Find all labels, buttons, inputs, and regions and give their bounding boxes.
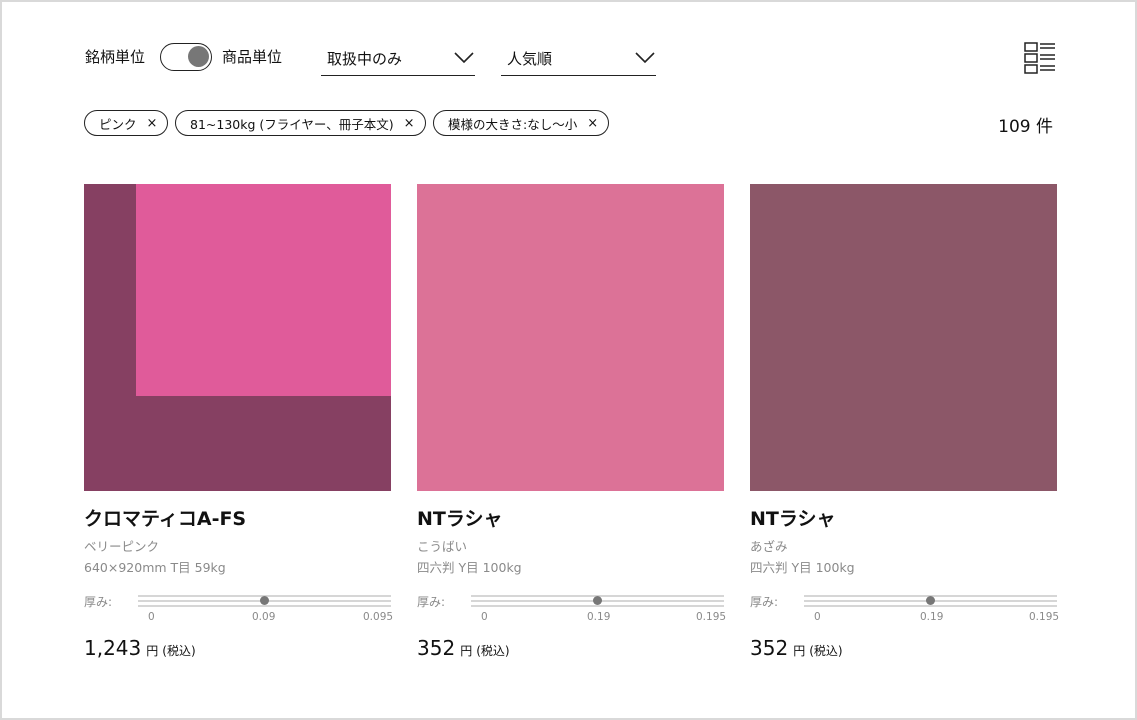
thickness-label: 厚み: (84, 595, 113, 609)
thickness-label: 厚み: (417, 595, 446, 609)
thickness-tick: 0.195 (1029, 611, 1060, 623)
thickness-tick: 0.19 (587, 611, 611, 623)
page-frame: 銘柄単位 商品単位 取扱中のみ 人気順 ピンク × 81~130kg (フライヤ… (0, 0, 1137, 720)
thickness-tick: 0.09 (252, 611, 276, 623)
thickness-tick: 0.195 (696, 611, 727, 623)
chevron-down-icon (454, 52, 474, 64)
product-swatch-image[interactable] (84, 184, 391, 491)
price-value: 352 (417, 636, 456, 660)
product-spec: 四六判 Y目 100kg (417, 560, 522, 575)
filter-chip-label: ピンク (99, 116, 137, 132)
availability-dropdown[interactable]: 取扱中のみ (321, 42, 475, 76)
thickness-tick: 0 (148, 611, 155, 623)
thickness-tick: 0 (481, 611, 488, 623)
toggle-label-product: 商品単位 (222, 48, 283, 66)
list-view-icon[interactable] (1024, 42, 1056, 74)
price-tax-note: (税込) (162, 644, 196, 658)
product-name[interactable]: NTラシャ (750, 504, 835, 531)
product-color-name: あざみ (750, 539, 788, 554)
product-price: 1,243 円 (税込) (84, 636, 196, 660)
thickness-marker (926, 596, 935, 605)
filter-chip-weight[interactable]: 81~130kg (フライヤー、冊子本文) × (175, 110, 426, 136)
product-card[interactable]: クロマティコA-FS ベリーピンク 640×920mm T目 59kg 厚み: … (84, 184, 394, 674)
close-icon[interactable]: × (404, 116, 415, 131)
availability-dropdown-value: 取扱中のみ (327, 50, 403, 68)
thickness-gauge (804, 594, 1057, 607)
thickness-tick: 0.19 (920, 611, 944, 623)
price-tax-note: (税込) (809, 644, 843, 658)
price-currency: 円 (793, 644, 806, 658)
sort-dropdown[interactable]: 人気順 (501, 42, 656, 76)
thickness-marker (260, 596, 269, 605)
product-swatch-image[interactable] (417, 184, 724, 491)
toggle-knob (188, 46, 209, 67)
result-count: 109 件 (998, 117, 1053, 137)
product-color-name: こうばい (417, 539, 468, 554)
filter-chip-label: 模様の大きさ:なし〜小 (448, 116, 578, 132)
unit-toggle-switch[interactable] (160, 43, 212, 71)
thickness-gauge (138, 594, 391, 607)
toggle-label-brand: 銘柄単位 (85, 48, 146, 66)
filter-chip-pattern[interactable]: 模様の大きさ:なし〜小 × (433, 110, 610, 136)
product-spec: 640×920mm T目 59kg (84, 560, 226, 575)
thickness-marker (593, 596, 602, 605)
sort-dropdown-value: 人気順 (507, 50, 553, 68)
close-icon[interactable]: × (147, 116, 158, 131)
filter-chip-label: 81~130kg (フライヤー、冊子本文) (190, 116, 394, 132)
price-value: 1,243 (84, 636, 142, 660)
product-swatch-image[interactable] (750, 184, 1057, 491)
product-color-name: ベリーピンク (84, 539, 160, 554)
product-name[interactable]: NTラシャ (417, 504, 502, 531)
price-tax-note: (税込) (476, 644, 510, 658)
thickness-label: 厚み: (750, 595, 779, 609)
chevron-down-icon (635, 52, 655, 64)
product-price: 352 円 (税込) (750, 636, 843, 660)
product-card[interactable]: NTラシャ あざみ 四六判 Y目 100kg 厚み: 0 0.19 0.195 … (750, 184, 1060, 674)
product-card[interactable]: NTラシャ こうばい 四六判 Y目 100kg 厚み: 0 0.19 0.195… (417, 184, 727, 674)
thickness-tick: 0.095 (363, 611, 394, 623)
filter-chip-color[interactable]: ピンク × (84, 110, 169, 136)
price-currency: 円 (460, 644, 473, 658)
thickness-tick: 0 (814, 611, 821, 623)
close-icon[interactable]: × (587, 116, 598, 131)
product-name[interactable]: クロマティコA-FS (84, 504, 246, 531)
price-currency: 円 (146, 644, 159, 658)
price-value: 352 (750, 636, 789, 660)
thickness-gauge (471, 594, 724, 607)
product-spec: 四六判 Y目 100kg (750, 560, 855, 575)
product-price: 352 円 (税込) (417, 636, 510, 660)
